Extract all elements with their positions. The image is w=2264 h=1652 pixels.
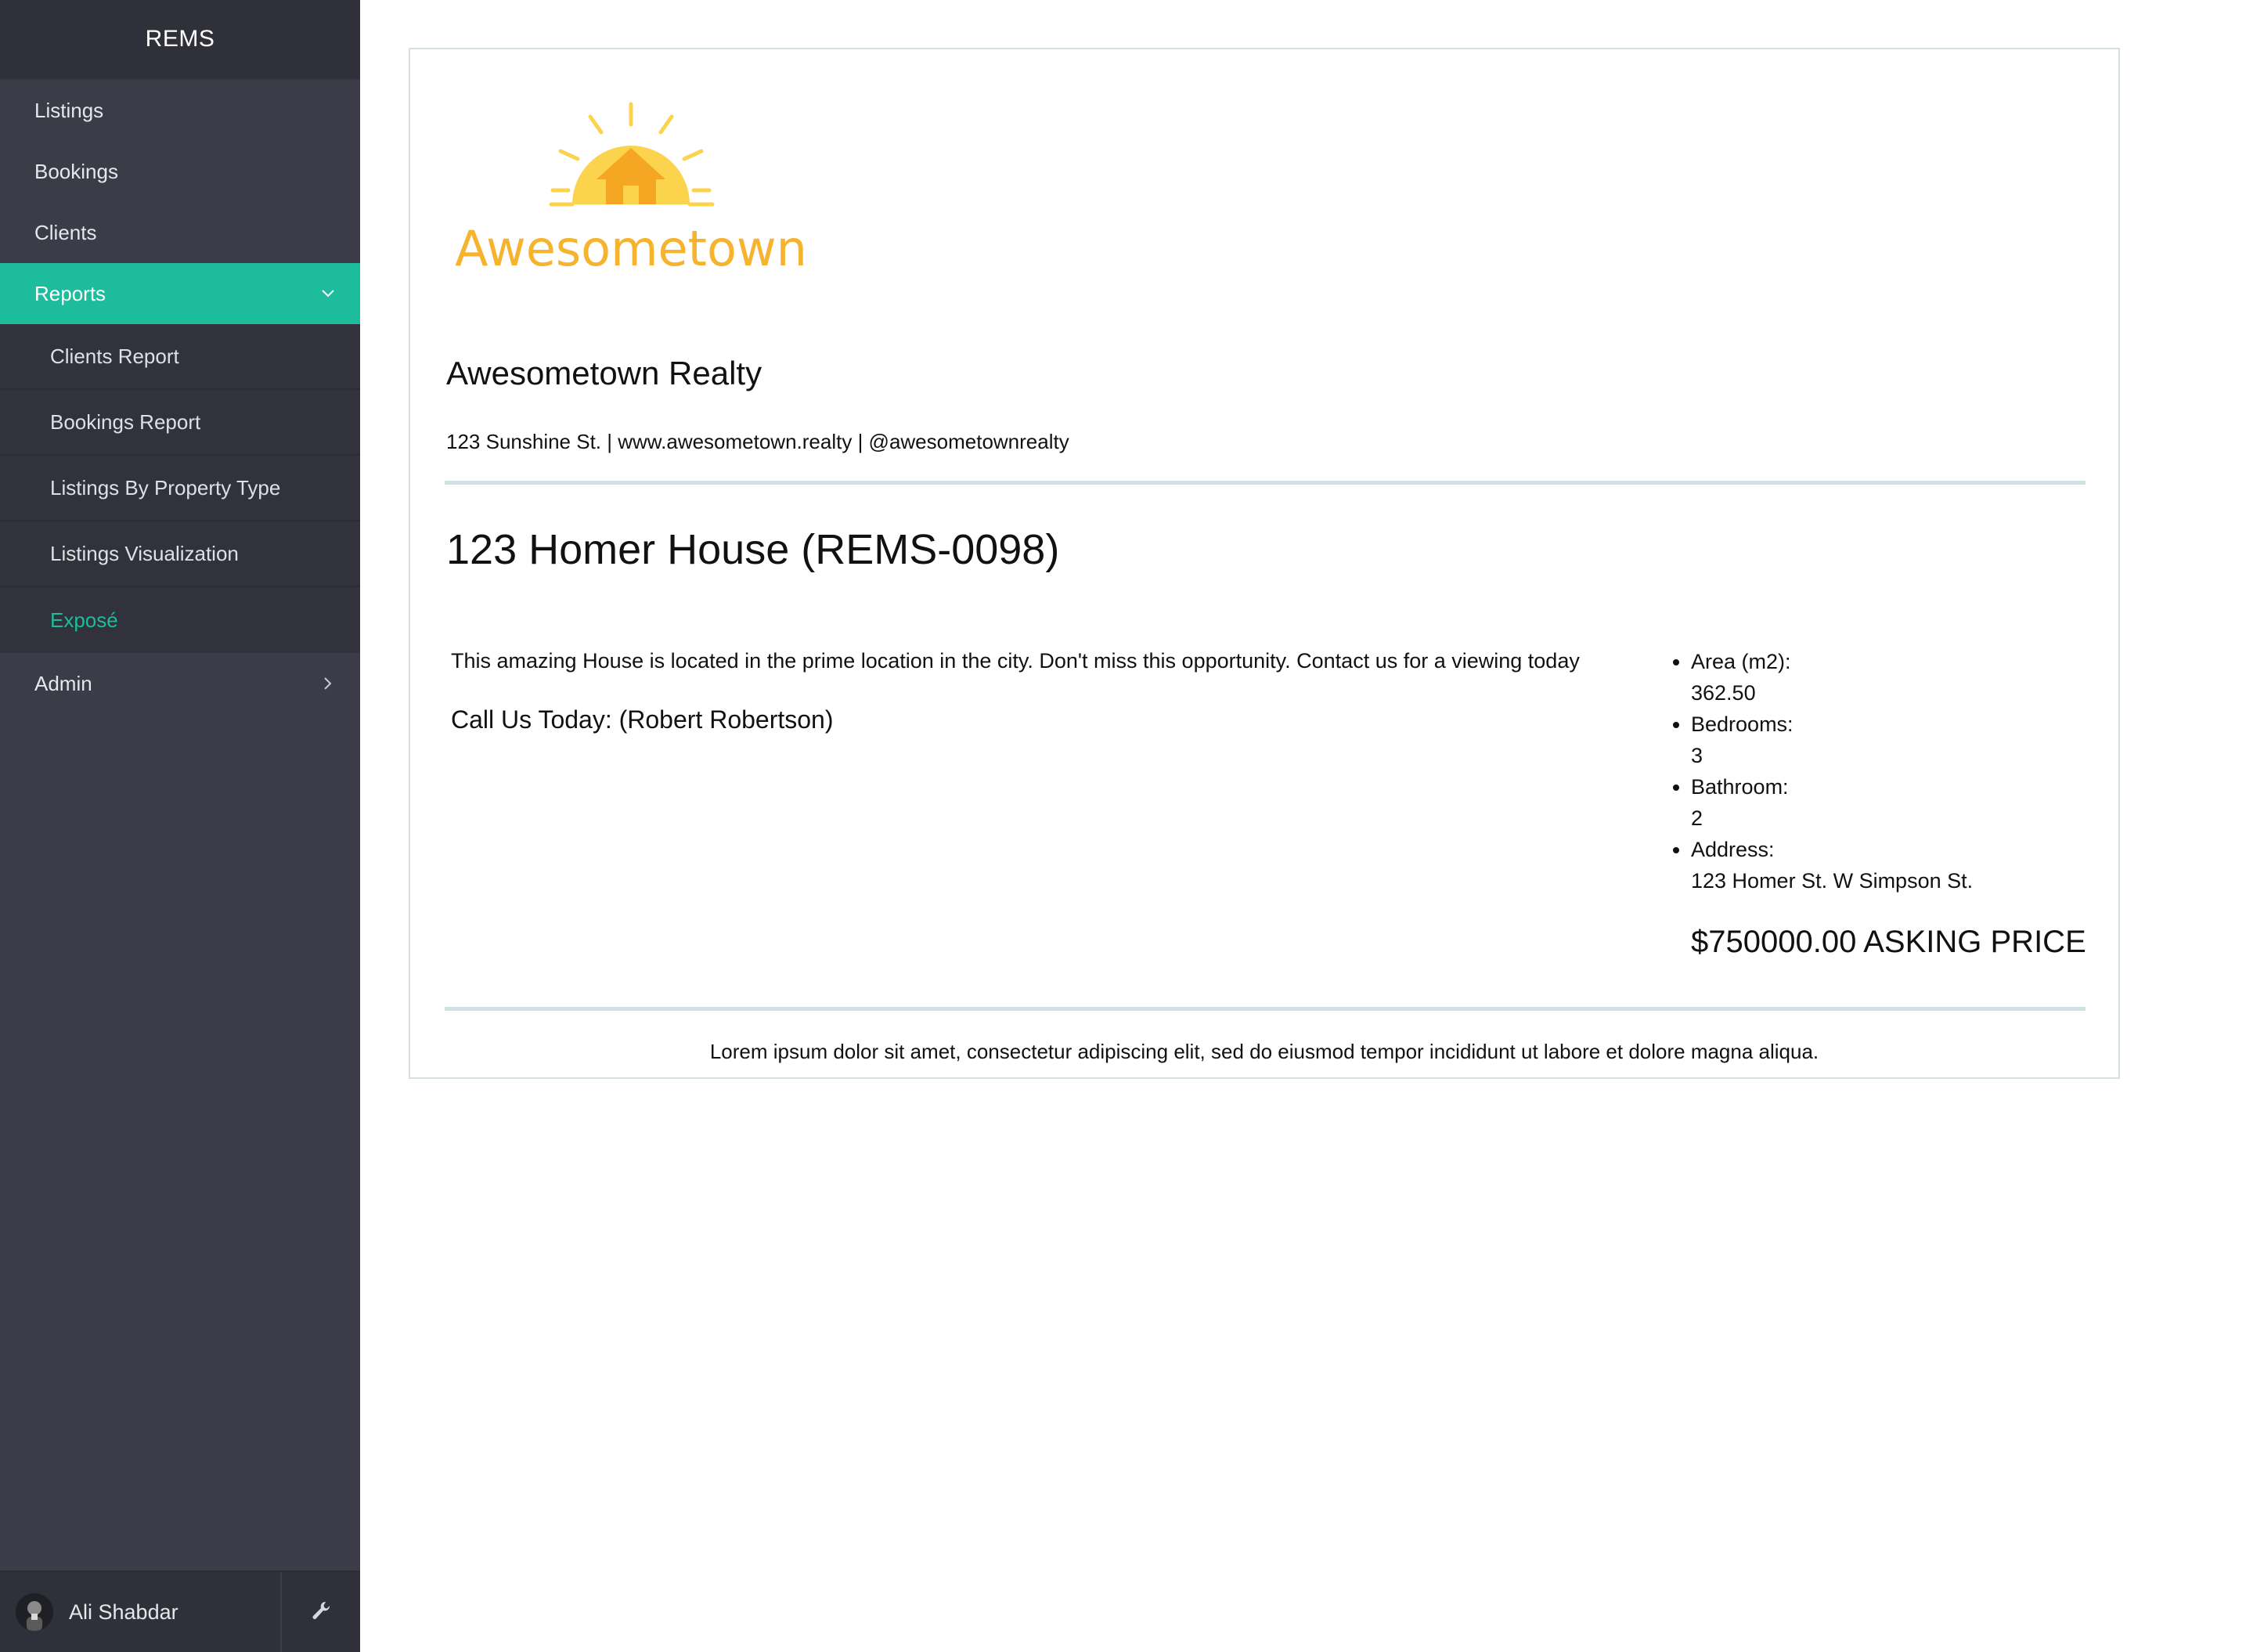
sidebar-item-reports[interactable]: Reports xyxy=(0,263,360,324)
detail-value: 3 xyxy=(1691,744,1703,767)
sidebar-item-bookings[interactable]: Bookings xyxy=(0,141,360,202)
sidebar-item-label: Admin xyxy=(34,671,92,695)
sidebar-item-label: Bookings xyxy=(34,159,118,183)
divider xyxy=(445,481,2086,485)
sidebar-subitem-clients-report[interactable]: Clients Report xyxy=(0,324,360,390)
logo-text: Awesometown xyxy=(455,220,807,277)
sidebar-subitem-bookings-report[interactable]: Bookings Report xyxy=(0,390,360,456)
sidebar-subitem-label: Listings By Property Type xyxy=(50,475,281,500)
sidebar-subitem-label: Bookings Report xyxy=(50,409,201,434)
sidebar-footer: Ali Shabdar xyxy=(0,1571,360,1652)
detail-label: Bedrooms: xyxy=(1691,712,1794,736)
expose-card: Awesometown Awesometown Realty 123 Sunsh… xyxy=(409,48,2120,1079)
chevron-right-icon xyxy=(319,675,337,692)
sidebar-subitem-expose[interactable]: Exposé xyxy=(0,587,360,653)
sidebar-item-label: Clients xyxy=(34,220,97,244)
settings-button[interactable] xyxy=(282,1572,360,1652)
company-logo: Awesometown xyxy=(451,95,811,330)
reports-submenu: Clients Report Bookings Report Listings … xyxy=(0,324,360,653)
sidebar-item-label: Listings xyxy=(34,98,104,122)
detail-address: Address: 123 Homer St. W Simpson St. xyxy=(1691,834,2101,896)
user-profile[interactable]: Ali Shabdar xyxy=(0,1572,282,1652)
user-name: Ali Shabdar xyxy=(69,1600,178,1624)
asking-price: $750000.00 ASKING PRICE xyxy=(1691,925,2086,959)
sidebar-subitem-listings-visualization[interactable]: Listings Visualization xyxy=(0,521,360,587)
details-list: Area (m2): 362.50 Bedrooms: 3 Bathroom: … xyxy=(1663,646,2101,896)
company-name: Awesometown Realty xyxy=(446,355,762,391)
sidebar-subitem-label: Exposé xyxy=(50,608,118,632)
sidebar-subitem-listings-by-property-type[interactable]: Listings By Property Type xyxy=(0,456,360,521)
listing-description: This amazing House is located in the pri… xyxy=(451,649,1580,673)
chevron-down-icon xyxy=(319,285,337,302)
sidebar: REMS Listings Bookings Clients Reports C… xyxy=(0,0,360,1652)
app-title[interactable]: REMS xyxy=(0,0,360,80)
sidebar-subitem-label: Listings Visualization xyxy=(50,541,239,565)
divider xyxy=(445,1007,2086,1011)
detail-value: 123 Homer St. W Simpson St. xyxy=(1691,869,1974,893)
detail-bathroom: Bathroom: 2 xyxy=(1691,771,2101,834)
detail-label: Area (m2): xyxy=(1691,650,1791,673)
listing-title: 123 Homer House (REMS-0098) xyxy=(446,526,1060,573)
sidebar-subitem-label: Clients Report xyxy=(50,344,179,368)
sidebar-item-clients[interactable]: Clients xyxy=(0,202,360,263)
avatar xyxy=(16,1593,53,1631)
listing-details: Area (m2): 362.50 Bedrooms: 3 Bathroom: … xyxy=(1663,646,2101,896)
detail-label: Address: xyxy=(1691,838,1775,861)
call-us-text: Call Us Today: (Robert Robertson) xyxy=(451,705,834,734)
detail-value: 2 xyxy=(1691,806,1703,830)
detail-label: Bathroom: xyxy=(1691,775,1789,799)
main-content: Awesometown Awesometown Realty 123 Sunsh… xyxy=(360,0,2264,1652)
detail-bedrooms: Bedrooms: 3 xyxy=(1691,709,2101,771)
company-contact: 123 Sunshine St. | www.awesometown.realt… xyxy=(446,430,1069,453)
footer-text: Lorem ipsum dolor sit amet, consectetur … xyxy=(709,1040,1819,1063)
sidebar-item-admin[interactable]: Admin xyxy=(0,653,360,714)
sidebar-item-label: Reports xyxy=(34,281,106,305)
detail-area: Area (m2): 362.50 xyxy=(1691,646,2101,709)
detail-value: 362.50 xyxy=(1691,681,1756,705)
sidebar-item-listings[interactable]: Listings xyxy=(0,80,360,141)
wrench-icon xyxy=(310,1600,332,1625)
